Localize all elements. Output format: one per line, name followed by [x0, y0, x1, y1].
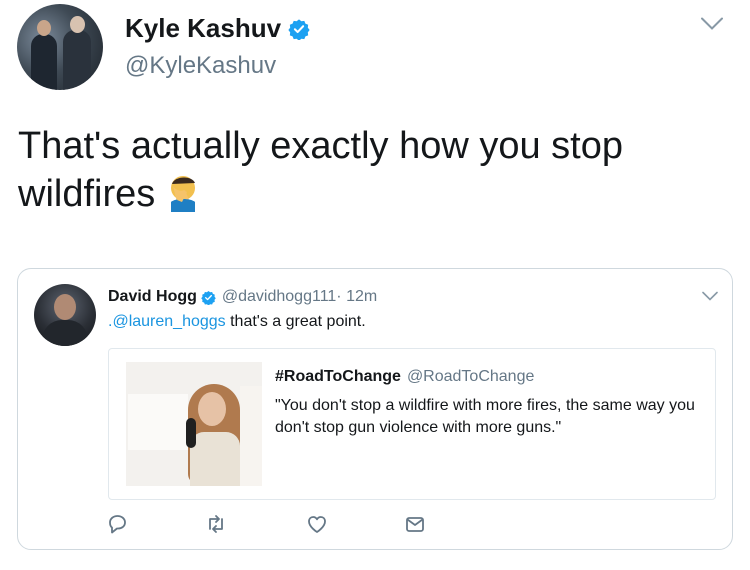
nested-tweet-text: "You don't stop a wildfire with more fir… — [275, 397, 695, 436]
author-display-name[interactable]: Kyle Kashuv — [125, 13, 281, 44]
reply-icon[interactable] — [106, 513, 128, 535]
action-bar — [106, 513, 436, 537]
nested-display-name[interactable]: #RoadToChange — [275, 368, 401, 386]
nested-tweet-photo[interactable] — [126, 362, 262, 486]
like-icon[interactable] — [306, 513, 328, 535]
retweet-icon[interactable] — [205, 513, 227, 535]
nested-quoted-tweet[interactable]: #RoadToChange @RoadToChange "You don't s… — [108, 348, 716, 500]
nested-author-row: #RoadToChange @RoadToChange — [275, 368, 534, 386]
quoted-handle[interactable]: @davidhogg111 — [222, 288, 336, 306]
quoted-text: .@lauren_hoggs that's a great point. — [108, 313, 366, 331]
chevron-down-icon[interactable] — [702, 291, 718, 301]
nested-handle[interactable]: @RoadToChange — [407, 368, 534, 386]
author-name-row: Kyle Kashuv — [125, 13, 310, 44]
quoted-author-row: David Hogg @davidhogg111 · 12m — [108, 288, 377, 306]
tweet-body: That's actually exactly how you stop wil… — [18, 125, 623, 215]
quoted-display-name[interactable]: David Hogg — [108, 288, 197, 306]
quoted-text-rest: that's a great point. — [225, 313, 366, 330]
verified-badge-icon — [201, 290, 216, 305]
mention-link[interactable]: .@lauren_hoggs — [108, 313, 226, 330]
avatar[interactable] — [17, 4, 103, 90]
tweet-text: That's actually exactly how you stop wil… — [18, 122, 718, 218]
chevron-down-icon[interactable] — [701, 17, 723, 31]
quoted-tweet-card[interactable]: David Hogg @davidhogg111 · 12m .@lauren_… — [17, 268, 733, 550]
quoted-avatar[interactable] — [34, 284, 96, 346]
direct-message-icon[interactable] — [404, 513, 426, 535]
tweet-header: Kyle Kashuv @KyleKashuv — [17, 0, 733, 95]
facepalm-emoji-icon — [171, 176, 196, 212]
verified-badge-icon — [288, 18, 310, 40]
quoted-timestamp[interactable]: · 12m — [336, 288, 377, 306]
author-handle[interactable]: @KyleKashuv — [125, 52, 276, 80]
